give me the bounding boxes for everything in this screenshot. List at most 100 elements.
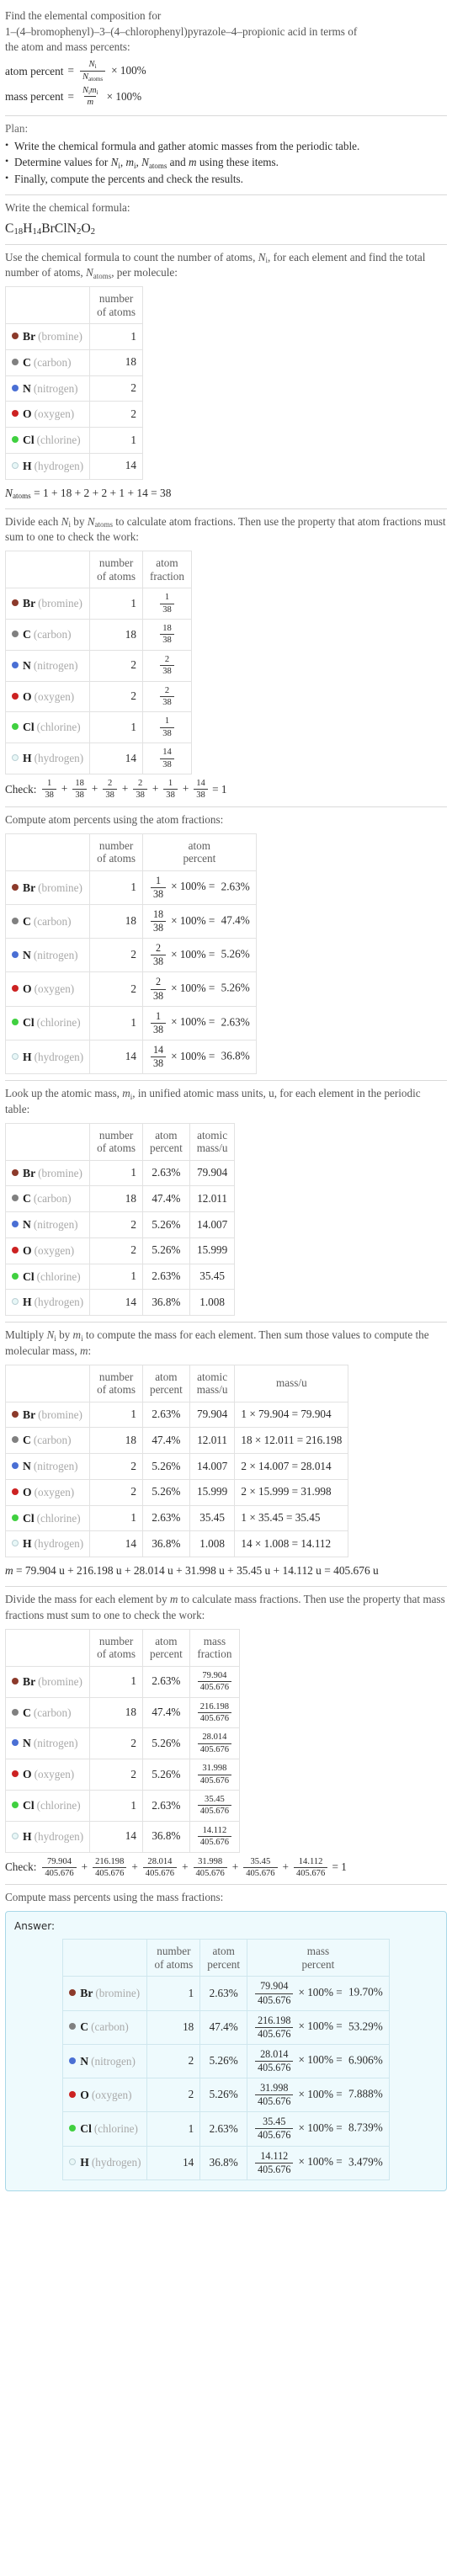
- plan-item: Write the chemical formula and gather at…: [5, 138, 447, 155]
- element-full-name: (carbon): [33, 628, 72, 641]
- col-atom-percent: atom percent: [199, 1939, 248, 1977]
- fraction-denominator: 405.676: [197, 1681, 232, 1692]
- atomic-mass-cell: 14.007: [189, 1211, 236, 1238]
- fraction: 1 38: [150, 1010, 167, 1035]
- table-row: Cl (chlorine) 1 2.63% 35.45: [4, 1263, 236, 1291]
- atom-fraction-cell: 2 38: [141, 680, 192, 713]
- atom-count: 14: [146, 2145, 201, 2180]
- atom-percent-formula: atom percent = Ni Natoms × 100%: [5, 60, 447, 82]
- plus-sign: +: [231, 1860, 239, 1873]
- element-name-cell: C (carbon): [4, 1185, 91, 1213]
- atom-count: 1: [89, 1159, 143, 1187]
- atom-percent-cell: 5.26%: [141, 1727, 190, 1760]
- fraction-denominator: 38: [150, 955, 167, 967]
- atom-percent-cell: 2 38 × 100% = 5.26%: [141, 971, 257, 1007]
- col-number-of-atoms: number of atoms: [89, 1364, 143, 1402]
- element-name-cell: O (oxygen): [4, 1759, 91, 1791]
- fraction-denominator: 405.676: [255, 2162, 294, 2175]
- element-color-dot: [12, 410, 19, 418]
- element-name-cell: N (nitrogen): [4, 1211, 91, 1238]
- fraction-numerator: 35.45: [250, 1856, 271, 1866]
- table-row: C (carbon) 18 47.4% 12.011: [4, 1185, 236, 1213]
- element-full-name: (carbon): [91, 2020, 129, 2034]
- atom-percent-cell: 1 38 × 100% = 2.63%: [141, 1005, 257, 1041]
- mass-percent-cell: 35.45 405.676 × 100% = 8.739%: [247, 2111, 390, 2147]
- element-full-name: (chlorine): [36, 1269, 81, 1283]
- table-header-row: number of atoms atom percent atomic mass…: [4, 1122, 236, 1161]
- atom-percent-cell: 5.26%: [199, 2078, 248, 2113]
- check-label: Check:: [5, 1860, 37, 1874]
- fraction-denominator: 405.676: [255, 2128, 294, 2141]
- element-symbol: O: [23, 982, 32, 996]
- mass-fraction-cell: 28.014 405.676: [189, 1727, 241, 1760]
- atom-percent-cell: 2.63%: [141, 1401, 190, 1429]
- mass-percent-cell: 216.198 405.676 × 100% = 53.29%: [247, 2009, 390, 2045]
- element-name-cell: C (carbon): [4, 349, 91, 376]
- fraction-numerator: 18: [152, 907, 164, 920]
- fraction: 35.45 405.676: [255, 2116, 294, 2141]
- element-symbol: O: [23, 1243, 32, 1257]
- element-color-dot: [12, 1246, 19, 1253]
- fraction-numerator: 2: [156, 976, 162, 988]
- table-row: Cl (chlorine) 1 2.63% 35.45 405.676: [4, 1790, 241, 1822]
- fraction: 79.904 405.676: [197, 1671, 232, 1693]
- element-full-name: (hydrogen): [34, 1296, 84, 1309]
- check-result: = 1: [332, 1860, 347, 1874]
- table-header-row: number of atoms atom percent atomic mass…: [4, 1364, 349, 1402]
- fraction-numerator: 216.198: [95, 1856, 125, 1866]
- atom-count: 18: [146, 2009, 201, 2045]
- atom-count: 2: [146, 2043, 201, 2079]
- col-number-of-atoms: number of atoms: [89, 285, 143, 325]
- element-full-name: (hydrogen): [91, 2156, 141, 2169]
- element-name-cell: H (hydrogen): [4, 1289, 91, 1317]
- element-name-cell: N (nitrogen): [4, 649, 91, 682]
- element-symbol: N: [23, 1218, 31, 1232]
- element-name-cell: Br (bromine): [62, 1976, 148, 2011]
- element-color-dot: [12, 1168, 19, 1176]
- table-row: Cl (chlorine) 1 2.63% 35.45 1 × 35.45 = 35.45: [4, 1504, 349, 1532]
- element-name-cell: H (hydrogen): [4, 1039, 91, 1075]
- atom-percent-cell: 2.63%: [141, 1263, 190, 1291]
- atom-count: 18: [89, 903, 143, 939]
- atom-count: 1: [89, 870, 143, 905]
- formula-heading: Write the chemical formula:: [5, 200, 130, 214]
- element-full-name: (hydrogen): [34, 752, 84, 765]
- atomic-mass-table: number of atoms atom percent atomic mass…: [4, 1122, 236, 1317]
- atomic-mass-cell: 79.904: [189, 1401, 236, 1429]
- table-row: Cl (chlorine) 1: [4, 427, 143, 454]
- element-symbol: Cl: [80, 2122, 92, 2136]
- atomic-mass-rows: Br (bromine) 1 2.63% 79.904 C (carbon) 18 47.4% 1…: [4, 1159, 236, 1317]
- fraction-denominator: 405.676: [255, 1993, 294, 2006]
- table-row: O (oxygen) 2 5.26% 15.999 2 × 15.999 = 31.998: [4, 1478, 349, 1506]
- element-full-name: (oxygen): [34, 407, 75, 421]
- atom-count: 2: [89, 401, 143, 428]
- element-symbol: Br: [23, 1166, 36, 1179]
- plus-sign: +: [91, 782, 98, 795]
- table-row: H (hydrogen) 14 36.8% 14.112 405.676 × 100% = …: [62, 2145, 390, 2180]
- element-symbol: H: [23, 459, 32, 472]
- fraction-numerator: 2: [164, 685, 170, 695]
- element-name-cell: N (nitrogen): [4, 938, 91, 973]
- atom-percent-cell: 2.63%: [141, 1504, 190, 1532]
- check-expression: 79.904 405.676 +216.198 405.676 +28.014 405.6…: [40, 1857, 332, 1879]
- fraction: 1 38: [160, 716, 174, 738]
- fraction: 14 38: [194, 779, 208, 801]
- formula-section: Write the chemical formula: C18H14BrClN2…: [5, 195, 447, 244]
- atom-percent-cell: 5.26%: [141, 1453, 190, 1480]
- atom-count: 14: [89, 452, 143, 480]
- equals-sign-2: =: [67, 89, 74, 103]
- atom-fraction-check: Check: 1 38 +18 38 +2 38 +2 38 +1 38 +14 38 = 1: [5, 779, 447, 801]
- table-row: H (hydrogen) 14 36.8% 14.112 405.676: [4, 1820, 241, 1853]
- element-color-dot: [12, 1052, 19, 1060]
- table-header-row: number of atoms atom percent mass percen…: [62, 1939, 390, 1977]
- plus-sign: +: [131, 1860, 138, 1873]
- atom-fraction-cell: 14 38: [141, 742, 192, 775]
- atomic-mass-cell: 35.45: [189, 1504, 236, 1532]
- element-color-dot: [12, 1436, 19, 1444]
- element-color-dot: [12, 631, 19, 638]
- atom-count-table: number of atoms Br (bromine) 1 C (carbon) 18 N…: [4, 285, 143, 480]
- fraction-numerator: 14.112: [202, 1825, 227, 1835]
- problem-line-2: 1–(4–bromophenyl)–3–(4–chlorophenyl)pyra…: [5, 24, 358, 38]
- element-color-dot: [12, 1462, 19, 1470]
- mass-expression-cell: 14 × 1.008 = 14.112: [234, 1530, 349, 1558]
